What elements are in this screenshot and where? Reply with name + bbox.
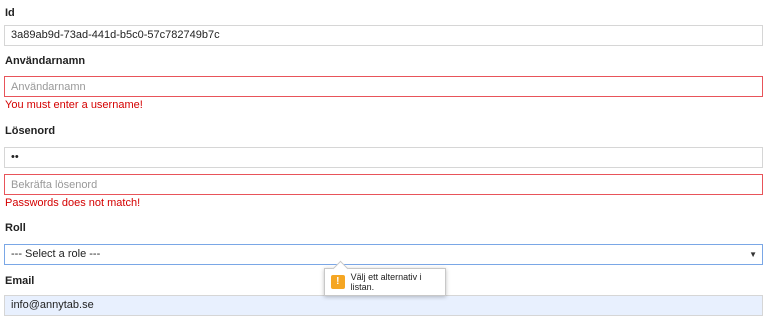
role-label: Roll — [5, 222, 26, 234]
password-input[interactable]: •• — [4, 147, 763, 168]
warning-icon: ! — [331, 275, 345, 289]
role-select[interactable]: --- Select a role --- ▼ — [4, 244, 763, 265]
username-input[interactable] — [4, 76, 763, 97]
dropdown-arrow-icon: ▼ — [749, 250, 757, 259]
email-label: Email — [5, 275, 35, 287]
username-label: Användarnamn — [5, 55, 86, 67]
email-input[interactable]: info@annytab.se — [4, 295, 763, 316]
id-field[interactable]: 3a89ab9d-73ad-441d-b5c0-57c782749b7c — [4, 25, 763, 46]
role-select-value: --- Select a role --- — [11, 248, 101, 260]
username-error: You must enter a username! — [5, 99, 143, 111]
tooltip-text: Välj ett alternativ i listan. — [350, 272, 422, 292]
id-label: Id — [5, 7, 15, 19]
password-error: Passwords does not match! — [5, 197, 141, 209]
password-label: Lösenord — [5, 125, 56, 137]
confirm-password-input[interactable] — [4, 174, 763, 195]
validation-tooltip: ! Välj ett alternativ i listan. — [324, 268, 446, 296]
